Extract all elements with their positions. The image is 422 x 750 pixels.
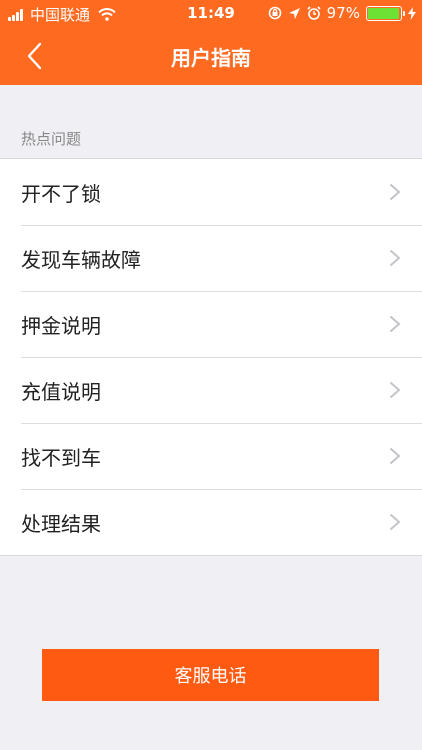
- list-item-label: 押金说明: [21, 313, 101, 338]
- charging-icon: [408, 6, 416, 20]
- section-label: 热点问题: [21, 130, 82, 148]
- chevron-right-icon: [390, 514, 401, 530]
- battery-percent: 97%: [326, 4, 360, 22]
- header: 中国联通 11:49 97% 用户指南: [0, 0, 422, 85]
- chevron-right-icon: [390, 316, 401, 332]
- chevron-right-icon: [390, 448, 401, 464]
- chevron-right-icon: [390, 184, 401, 200]
- list-item-results[interactable]: 处理结果: [0, 489, 422, 555]
- battery-level-fill: [368, 7, 399, 19]
- list-item-vehicle-fault[interactable]: 发现车辆故障: [0, 225, 422, 291]
- status-bar: 中国联通 11:49 97%: [0, 0, 422, 28]
- rotation-lock-icon: [268, 6, 281, 20]
- list-item-label: 处理结果: [21, 511, 101, 536]
- list-item-cant-find-car[interactable]: 找不到车: [0, 423, 422, 489]
- list-item-recharge[interactable]: 充值说明: [0, 357, 422, 423]
- list-item-label: 找不到车: [21, 445, 101, 470]
- list-item-unlock-issue[interactable]: 开不了锁: [0, 159, 422, 225]
- chevron-right-icon: [390, 250, 401, 266]
- location-icon: [288, 7, 300, 19]
- status-right: 97%: [262, 4, 416, 22]
- chevron-right-icon: [390, 382, 401, 398]
- customer-service-button[interactable]: 客服电话: [42, 649, 379, 701]
- battery-icon: [366, 5, 405, 21]
- alarm-icon: [307, 6, 321, 20]
- page-title: 用户指南: [171, 46, 251, 70]
- list-item-deposit[interactable]: 押金说明: [0, 291, 422, 357]
- list-item-label: 发现车辆故障: [21, 247, 141, 272]
- faq-list: 开不了锁 发现车辆故障 押金说明 充值说明 找不到车 处理结果: [0, 158, 422, 556]
- list-item-label: 充值说明: [21, 379, 101, 404]
- list-item-label: 开不了锁: [21, 181, 101, 206]
